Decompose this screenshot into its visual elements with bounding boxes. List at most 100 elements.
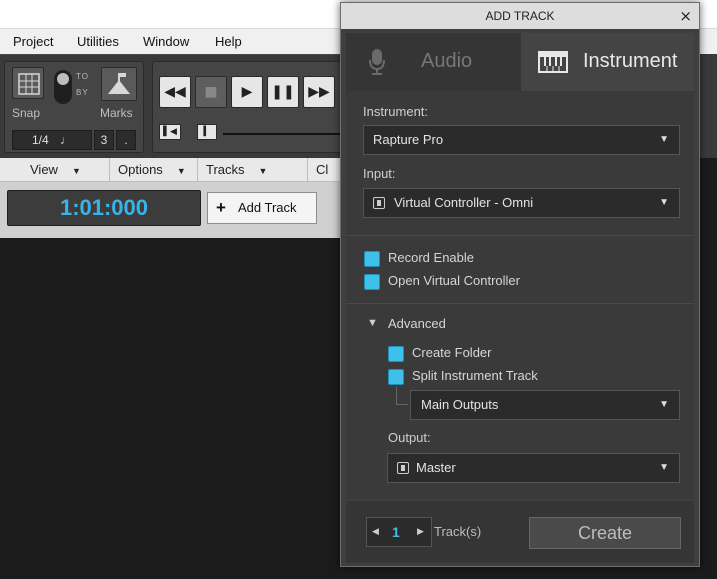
chevron-down-icon: ▼ [659,134,669,145]
marker-button[interactable]: ▍ [197,124,217,140]
snap-grid-button[interactable] [12,67,44,99]
play-button[interactable]: ▶ [231,76,263,108]
split-outputs-value: Main Outputs [421,397,499,412]
output-label: Output: [388,430,431,445]
record-enable-label: Record Enable [388,250,474,265]
track-area[interactable] [0,238,340,579]
keyboard-icon [538,51,568,73]
input-label: Input: [363,166,396,181]
snap-value: 1/4 [31,133,49,147]
time-display[interactable]: 1:01:000 [7,190,201,226]
chevron-down-icon: ▼ [659,399,669,410]
create-folder-checkbox[interactable] [388,346,404,362]
fast-forward-icon: ▶▶ [308,84,330,100]
divider [346,235,694,236]
view-menu[interactable]: View ▼ [22,158,110,182]
close-icon[interactable]: × [679,3,692,29]
position-scrubber[interactable] [223,133,353,135]
chevron-down-icon: ▼ [71,166,81,176]
track-count-value: 1 [392,524,400,540]
menu-help[interactable]: Help [215,34,242,49]
dialog-footer: ◀ 1 ▶ Track(s) Create [346,501,694,563]
rewind-icon: ◀◀ [164,84,186,100]
create-button[interactable]: Create [529,517,681,549]
decrement-icon[interactable]: ◀ [372,526,379,537]
instrument-select[interactable]: Rapture Pro ▼ [363,125,680,155]
track-count-stepper[interactable]: ◀ 1 ▶ [366,517,432,547]
tab-instrument[interactable]: Instrument [521,33,694,91]
chevron-down-icon: ▼ [659,462,669,473]
snap-triplet-button[interactable]: 3 [94,130,114,150]
open-virtual-controller-label: Open Virtual Controller [388,273,520,288]
track-toolbar: 1:01:000 + Add Track [0,182,340,238]
clips-menu[interactable]: Cl [308,158,340,182]
marks-label: Marks [100,106,133,120]
input-value: Virtual Controller - Omni [394,195,534,210]
input-select[interactable]: Virtual Controller - Omni ▼ [363,188,680,218]
toggle-to-label: TO [76,72,89,81]
view-menu-label: View [30,162,58,177]
options-menu[interactable]: Options ▼ [110,158,198,182]
record-enable-checkbox[interactable] [364,251,380,267]
add-track-dialog: ADD TRACK × Audio Instrument Instrument:… [340,2,700,567]
open-virtual-controller-checkbox[interactable] [364,274,380,290]
view-bar: View ▼ Options ▼ Tracks ▼ Cl [0,158,340,182]
options-menu-label: Options [118,162,163,177]
chevron-down-icon: ▼ [659,197,669,208]
toggle-by-label: BY [76,88,89,97]
tab-instrument-label: Instrument [583,50,678,72]
microphone-icon [369,49,385,75]
fast-forward-button[interactable]: ▶▶ [303,76,335,108]
split-instrument-track-checkbox[interactable] [388,369,404,385]
note-icon: ♩ [60,133,73,147]
go-to-start-button[interactable]: ▌◀ [159,124,181,140]
snap-resolution-field[interactable]: 1/4 ♩ [12,130,92,150]
snap-to-by-toggle[interactable] [54,70,72,104]
add-track-label: Add Track [238,200,297,215]
triangle-down-icon[interactable]: ▼ [367,317,378,329]
transport-module: ◀◀ ■ ▶ ❚❚ ▶▶ ▌◀ ▍ [152,61,353,153]
go-to-start-icon: ▌◀ [163,127,177,137]
tracks-label: Track(s) [434,524,482,539]
tracks-menu-label: Tracks [206,162,245,177]
menu-utilities[interactable]: Utilities [77,34,119,49]
menu-window[interactable]: Window [143,34,189,49]
stop-button[interactable]: ■ [195,76,227,108]
marks-button[interactable] [101,67,137,101]
instrument-value: Rapture Pro [373,132,444,147]
menu-project[interactable]: Project [13,34,53,49]
advanced-toggle[interactable]: Advanced [388,316,446,331]
snap-module: TO BY Snap Marks 1/4 ♩ 3 . [4,61,144,153]
snap-dotted-button[interactable]: . [116,130,136,150]
stop-icon: ■ [204,84,218,100]
plus-icon: + [216,198,226,217]
output-device-icon [397,462,409,474]
marker-icon: ▍ [203,127,211,137]
output-value: Master [416,460,456,475]
split-instrument-track-label: Split Instrument Track [412,368,538,383]
track-type-tabs: Audio Instrument [346,33,694,91]
tree-connector [396,387,408,405]
add-track-button[interactable]: + Add Track [207,192,317,224]
tab-audio[interactable]: Audio [346,33,521,91]
output-select[interactable]: Master ▼ [387,453,680,483]
increment-icon[interactable]: ▶ [417,526,424,537]
divider [346,303,694,304]
rewind-button[interactable]: ◀◀ [159,76,191,108]
pause-button[interactable]: ❚❚ [267,76,299,108]
clips-menu-label: Cl [316,162,329,177]
snap-label: Snap [12,106,41,120]
pause-icon: ❚❚ [271,84,295,100]
instrument-label: Instrument: [363,104,429,119]
toggle-knob [57,73,69,85]
create-folder-label: Create Folder [412,345,492,360]
grid-icon [18,73,40,95]
marks-icon [108,73,130,94]
split-outputs-select[interactable]: Main Outputs ▼ [410,390,680,420]
tab-audio-label: Audio [421,50,473,72]
chevron-down-icon: ▼ [176,166,186,176]
input-device-icon [373,197,385,209]
dialog-title: ADD TRACK [341,3,699,29]
play-icon: ▶ [241,84,253,100]
tracks-menu[interactable]: Tracks ▼ [198,158,308,182]
